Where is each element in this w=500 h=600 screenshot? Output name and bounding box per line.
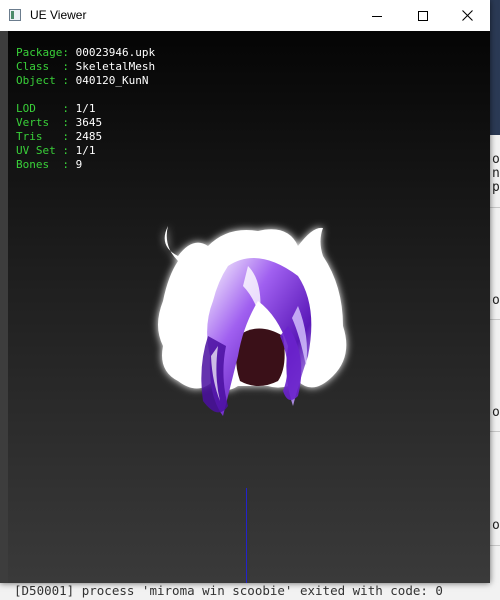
close-icon <box>461 10 473 21</box>
console-text: n <box>492 166 500 181</box>
info-tris: Tris : 2485 <box>16 130 103 143</box>
console-text: o <box>492 152 500 167</box>
axis-line-z <box>246 488 247 583</box>
console-divider <box>490 207 500 208</box>
console-divider <box>490 431 500 432</box>
console-text: o <box>492 518 500 533</box>
console-bottom-line: [D50001] process 'miroma win scoobie' ex… <box>14 583 443 598</box>
info-lod: LOD : 1/1 <box>16 102 96 115</box>
console-text: o <box>492 293 500 308</box>
info-verts: Verts : 3645 <box>16 116 103 129</box>
minimize-icon <box>372 15 382 17</box>
hair-mesh-model <box>158 226 347 416</box>
close-button[interactable] <box>444 0 490 31</box>
info-object: Object : 040120_KunN <box>16 74 149 87</box>
console-divider <box>490 545 500 546</box>
console-text: o <box>492 405 500 420</box>
ue-viewer-window: UE Viewer Package: 00023946.upk Class : … <box>0 0 490 583</box>
info-package: Package: 00023946.upk <box>16 46 156 59</box>
maximize-icon <box>418 10 428 21</box>
info-uvset: UV Set : 1/1 <box>16 144 96 157</box>
background-console: o n p o o o <box>490 135 500 600</box>
app-icon <box>9 9 21 21</box>
console-divider <box>490 319 500 320</box>
title-bar[interactable]: UE Viewer <box>0 0 490 31</box>
maximize-button[interactable] <box>400 0 446 31</box>
minimize-button[interactable] <box>354 0 400 31</box>
3d-viewport[interactable]: Package: 00023946.upk Class : SkeletalMe… <box>8 31 490 583</box>
info-bones: Bones : 9 <box>16 158 83 171</box>
info-class: Class : SkeletalMesh <box>16 60 156 73</box>
background-console-bottom: [D50001] process 'miroma win scoobie' ex… <box>0 583 500 600</box>
console-text: p <box>492 180 500 195</box>
window-left-edge <box>0 31 8 583</box>
window-title: UE Viewer <box>30 8 87 22</box>
